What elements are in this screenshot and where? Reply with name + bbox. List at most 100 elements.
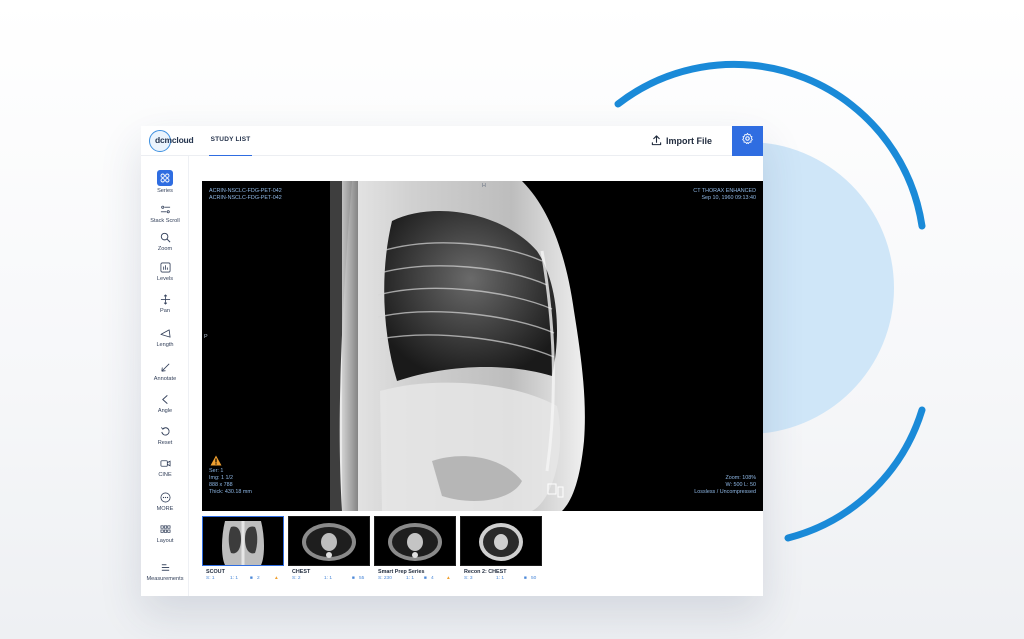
image-viewport[interactable]: H ACRIN-NSCLC-FDG-PET-042 ACRIN-NSCLC-FD… <box>202 181 763 511</box>
tool-label: Annotate <box>153 376 177 382</box>
thumbnail-image[interactable] <box>202 516 284 566</box>
series-count: S: 3 <box>464 576 473 581</box>
tool-pan[interactable]: Pan <box>141 292 189 322</box>
gear-icon <box>741 132 754 150</box>
series-thumbnails: SCOUT S: 1 1: 1 ■ 2 ▲ CHEST S: 2 1: 1 ■ … <box>202 516 763 596</box>
tool-label: Reset <box>157 440 173 446</box>
warning-triangle-icon: ▲ <box>446 576 451 581</box>
thumbnail-meta: S: 2 1: 1 ■ 55 <box>288 576 370 583</box>
tool-label: Stack Scroll <box>150 218 180 224</box>
thumbnail-image[interactable] <box>460 516 542 566</box>
zoom-level: Zoom: 108% <box>725 475 756 481</box>
levels-icon <box>158 260 172 274</box>
image-count: 4 <box>431 576 434 581</box>
series-number: Ser: 1 <box>209 468 224 474</box>
series-thumbnail[interactable]: CHEST S: 2 1: 1 ■ 55 <box>288 516 370 583</box>
orientation-left: P <box>204 334 208 340</box>
tool-label: Angle <box>157 408 173 414</box>
tool-length[interactable]: Length <box>141 326 189 356</box>
list-icon <box>158 560 172 574</box>
tool-cine[interactable]: CINE <box>141 456 189 486</box>
image-count: 2 <box>257 576 260 581</box>
image-number: Img: 1 1/2 <box>209 475 233 481</box>
logo[interactable]: dcmcloud <box>149 128 203 154</box>
import-file-label: Import File <box>666 136 713 146</box>
tool-levels[interactable]: Levels <box>141 260 189 290</box>
tool-label: MORE <box>156 506 174 512</box>
tool-label: Levels <box>156 276 174 282</box>
patient-id: ACRIN-NSCLC-FDG-PET-042 <box>209 188 282 194</box>
angle-icon <box>158 392 172 406</box>
tool-zoom[interactable]: Zoom <box>141 230 189 260</box>
series-count: S: 230 <box>378 576 392 581</box>
tool-label: Zoom <box>157 246 173 252</box>
reset-icon <box>158 424 172 438</box>
magnifier-icon <box>158 230 172 244</box>
dicom-viewer-window: dcmcloud STUDY LIST Import File Series S… <box>141 126 763 596</box>
tool-label: Measurements <box>146 576 184 582</box>
stack-icon: ■ <box>352 576 355 581</box>
tool-sidebar: Series Stack Scroll Zoom Levels Pan Leng… <box>141 156 189 596</box>
tool-reset[interactable]: Reset <box>141 424 189 454</box>
image-count: 50 <box>531 576 537 581</box>
more-icon <box>158 490 172 504</box>
xray-image <box>330 181 585 511</box>
pan-icon <box>158 292 172 306</box>
thumbnail-image[interactable] <box>288 516 370 566</box>
tool-annotate[interactable]: Annotate <box>141 360 189 390</box>
slice-thickness: Thick: 430.18 mm <box>209 489 252 495</box>
thumbnail-title: CHEST <box>292 569 311 575</box>
tool-stack-scroll[interactable]: Stack Scroll <box>141 202 189 232</box>
stack-icon: ■ <box>524 576 527 581</box>
study-description: CT THORAX ENHANCED <box>693 188 756 194</box>
tool-angle[interactable]: Angle <box>141 392 189 422</box>
upload-icon <box>651 134 662 148</box>
ruler-icon <box>158 326 172 340</box>
series-thumbnail[interactable]: SCOUT S: 1 1: 1 ■ 2 ▲ <box>202 516 284 583</box>
top-bar: dcmcloud STUDY LIST Import File <box>141 126 763 156</box>
thumbnail-title: Recon 2: CHEST <box>464 569 507 575</box>
stack-scroll-icon <box>158 202 172 216</box>
tool-measurements[interactable]: Measurements <box>141 560 189 590</box>
overlay-top-right: CT THORAX ENHANCED Sep 10, 1960 09:13:40 <box>693 188 756 202</box>
series-count: S: 1 <box>206 576 215 581</box>
overlay-top-left: ACRIN-NSCLC-FDG-PET-042 ACRIN-NSCLC-FDG-… <box>209 188 282 202</box>
tool-label: Series <box>157 188 173 194</box>
tab-study-list[interactable]: STUDY LIST <box>209 126 252 156</box>
tool-label: Length <box>156 342 174 348</box>
stack-icon: ■ <box>250 576 253 581</box>
import-file-button[interactable]: Import File <box>651 132 712 150</box>
arrow-annotate-icon <box>158 360 172 374</box>
video-icon <box>158 456 172 470</box>
image-dimensions: 888 x 788 <box>209 482 233 488</box>
tool-label: Layout <box>156 538 174 544</box>
tool-layout[interactable]: Layout <box>141 522 189 552</box>
instance-count: 1: 1 <box>230 576 239 581</box>
warning-triangle-icon: ▲ <box>274 576 279 581</box>
series-thumbnail[interactable]: Smart Prep Series S: 230 1: 1 ■ 4 ▲ <box>374 516 456 583</box>
thumbnail-title: SCOUT <box>206 569 225 575</box>
overlay-bottom-left: Ser: 1 Img: 1 1/2 888 x 788 Thick: 430.1… <box>209 468 252 496</box>
thumbnail-meta: S: 3 1: 1 ■ 50 <box>460 576 542 583</box>
layout-icon <box>158 522 172 536</box>
stack-icon: ■ <box>424 576 427 581</box>
thumbnail-title: Smart Prep Series <box>378 569 425 575</box>
grid-icon <box>157 170 173 186</box>
series-thumbnail[interactable]: Recon 2: CHEST S: 3 1: 1 ■ 50 <box>460 516 542 583</box>
image-count: 55 <box>359 576 365 581</box>
tool-label: CINE <box>158 472 172 478</box>
tool-label: Pan <box>160 308 170 314</box>
compression: Lossless / Uncompressed <box>694 489 756 495</box>
window-level: W: 500 L: 50 <box>725 482 756 488</box>
instance-count: 1: 1 <box>406 576 415 581</box>
instance-count: 1: 1 <box>324 576 333 581</box>
thumbnail-meta: S: 1 1: 1 ■ 2 ▲ <box>202 576 284 583</box>
tool-series[interactable]: Series <box>141 170 189 200</box>
orientation-top: H <box>482 183 486 189</box>
study-date: Sep 10, 1960 09:13:40 <box>701 195 756 201</box>
thumbnail-image[interactable] <box>374 516 456 566</box>
overlay-bottom-right: Zoom: 108% W: 500 L: 50 Lossless / Uncom… <box>694 475 756 496</box>
patient-name: ACRIN-NSCLC-FDG-PET-042 <box>209 195 282 201</box>
tool-more[interactable]: MORE <box>141 490 189 520</box>
settings-button[interactable] <box>732 126 763 156</box>
